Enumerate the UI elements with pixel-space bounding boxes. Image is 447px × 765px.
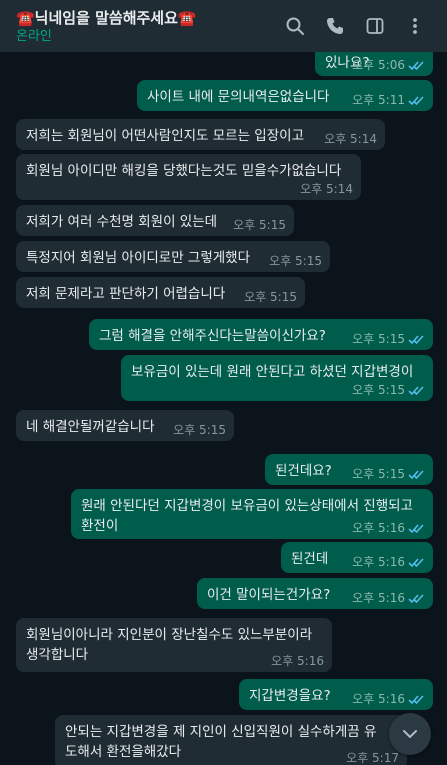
message-bubble[interactable]: 특정지어 회원님 아이디로만 그렇게했다 오후 5:15: [16, 241, 330, 272]
chat-info[interactable]: ☎️닉네임을 말씀해주세요☎️ 온라인: [16, 8, 275, 45]
message-time: 오후 5:14: [300, 182, 353, 196]
message-time: 오후 5:15: [244, 290, 297, 304]
message-meta: 오후 5:06: [352, 58, 425, 72]
phone-icon[interactable]: [315, 6, 355, 46]
message-meta: 오후 5:16: [352, 692, 425, 706]
message-meta: 오후 5:14: [300, 182, 353, 196]
header-actions: [275, 6, 435, 46]
message-list[interactable]: 있나요? 오후 5:06 사이트 내에 문의내역은없습니다 오후 5:11 저희…: [0, 52, 447, 765]
read-receipt-icon: [408, 334, 424, 344]
message-bubble[interactable]: 저희는 회원님이 어떤사람인지도 모르는 입장이고 오후 5:14: [16, 119, 385, 150]
message-time: 오후 5:16: [352, 521, 405, 535]
message-time: 오후 5:06: [352, 58, 405, 72]
message-time: 오후 5:16: [271, 654, 324, 668]
message-text: 저희는 회원님이 어떤사람인지도 모르는 입장이고: [26, 128, 304, 144]
message-time: 오후 5:15: [269, 254, 322, 268]
message-meta: 오후 5:16: [352, 591, 425, 605]
message-text: 사이트 내에 문의내역은없습니다: [147, 89, 330, 105]
message-time: 오후 5:15: [352, 332, 405, 346]
read-receipt-icon: [408, 385, 424, 395]
message-meta: 오후 5:14: [324, 132, 377, 146]
message-meta: 오후 5:16: [271, 654, 324, 668]
read-receipt-icon: [408, 593, 424, 603]
message-bubble[interactable]: 사이트 내에 문의내역은없습니다 오후 5:11: [137, 80, 433, 111]
message-text: 그럼 해결을 안해주신다는말씀이신가요?: [99, 328, 326, 344]
message-text: 보유금이 있는데 원래 안된다고 하셨던 지갑변경이: [131, 364, 414, 380]
read-receipt-icon: [408, 469, 424, 479]
message-text: 저희 문제라고 판단하기 어렵습니다: [26, 286, 226, 302]
message-bubble[interactable]: 그럼 해결을 안해주신다는말씀이신가요? 오후 5:15: [89, 319, 433, 350]
chat-status: 온라인: [16, 28, 52, 44]
message-time: 오후 5:15: [173, 423, 226, 437]
message-meta: 오후 5:16: [352, 555, 425, 569]
message-meta: 오후 5:15: [352, 467, 425, 481]
message-bubble[interactable]: 보유금이 있는데 원래 안된다고 하셨던 지갑변경이 오후 5:15: [121, 355, 433, 401]
message-text: 특정지어 회원님 아이디로만 그렇게했다: [26, 250, 251, 266]
message-time: 오후 5:16: [352, 591, 405, 605]
read-receipt-icon: [408, 60, 424, 70]
scroll-to-bottom-button[interactable]: [389, 713, 431, 755]
message-text: 회원님이아니라 지인분이 장난칠수도 있느부분이라 생각합니다: [26, 627, 313, 663]
message-bubble[interactable]: 저희가 여러 수천명 회원이 있는데 오후 5:15: [16, 205, 294, 236]
message-text: 지갑변경을요?: [249, 688, 331, 704]
message-time: 오후 5:11: [352, 93, 405, 107]
message-bubble[interactable]: 네 해결안될꺼같습니다 오후 5:15: [16, 410, 234, 441]
message-meta: 오후 5:15: [233, 218, 286, 232]
message-bubble[interactable]: 지갑변경을요? 오후 5:16: [239, 679, 433, 710]
chat-title: ☎️닉네임을 말씀해주세요☎️: [16, 8, 197, 27]
message-meta: 오후 5:17: [346, 751, 399, 765]
message-text: 회원님 아이디만 해킹을 당했다는것도 믿을수가없습니다: [26, 163, 342, 179]
message-bubble[interactable]: 된건데 오후 5:16: [281, 542, 433, 573]
message-meta: 오후 5:11: [352, 93, 425, 107]
message-text: 저희가 여러 수천명 회원이 있는데: [26, 214, 218, 230]
message-text: 이건 말이되는건가요?: [207, 587, 331, 603]
message-meta: 오후 5:15: [352, 383, 425, 397]
search-icon[interactable]: [275, 6, 315, 46]
message-text: 안되는 지갑변경을 제 지인이 신입직원이 실수하게끔 유도해서 환전을해갔다: [65, 724, 377, 760]
message-time: 오후 5:16: [352, 692, 405, 706]
message-bubble[interactable]: 된건데요? 오후 5:15: [265, 454, 433, 485]
message-time: 오후 5:17: [346, 751, 399, 765]
read-receipt-icon: [408, 95, 424, 105]
message-bubble[interactable]: 회원님이아니라 지인분이 장난칠수도 있느부분이라 생각합니다 오후 5:16: [16, 618, 332, 672]
more-vertical-icon[interactable]: [395, 6, 435, 46]
message-bubble[interactable]: 저희 문제라고 판단하기 어렵습니다 오후 5:15: [16, 277, 305, 308]
message-bubble[interactable]: 안되는 지갑변경을 제 지인이 신입직원이 실수하게끔 유도해서 환전을해갔다 …: [55, 715, 407, 765]
read-receipt-icon: [408, 523, 424, 533]
message-bubble[interactable]: 원래 안된다던 지갑변경이 보유금이 있는상태에서 진행되고 환전이 오후 5:…: [71, 489, 433, 539]
message-meta: 오후 5:15: [173, 423, 226, 437]
message-text: 된건데: [291, 551, 329, 567]
message-time: 오후 5:15: [233, 218, 286, 232]
message-meta: 오후 5:16: [352, 521, 425, 535]
chevron-down-icon: [403, 730, 417, 738]
message-time: 오후 5:15: [352, 467, 405, 481]
message-meta: 오후 5:15: [244, 290, 297, 304]
message-bubble[interactable]: 있나요? 오후 5:06: [315, 52, 433, 76]
message-meta: 오후 5:15: [269, 254, 322, 268]
message-text: 네 해결안될꺼같습니다: [26, 419, 155, 435]
read-receipt-icon: [408, 694, 424, 704]
chat-header: ☎️닉네임을 말씀해주세요☎️ 온라인: [0, 0, 447, 52]
message-text: 된건데요?: [275, 463, 332, 479]
message-time: 오후 5:14: [324, 132, 377, 146]
message-meta: 오후 5:15: [352, 332, 425, 346]
message-bubble[interactable]: 이건 말이되는건가요? 오후 5:16: [197, 578, 433, 609]
message-time: 오후 5:15: [352, 383, 405, 397]
message-bubble[interactable]: 회원님 아이디만 해킹을 당했다는것도 믿을수가없습니다 오후 5:14: [16, 154, 361, 200]
message-time: 오후 5:16: [352, 555, 405, 569]
sidebar-panel-icon[interactable]: [355, 6, 395, 46]
read-receipt-icon: [408, 557, 424, 567]
